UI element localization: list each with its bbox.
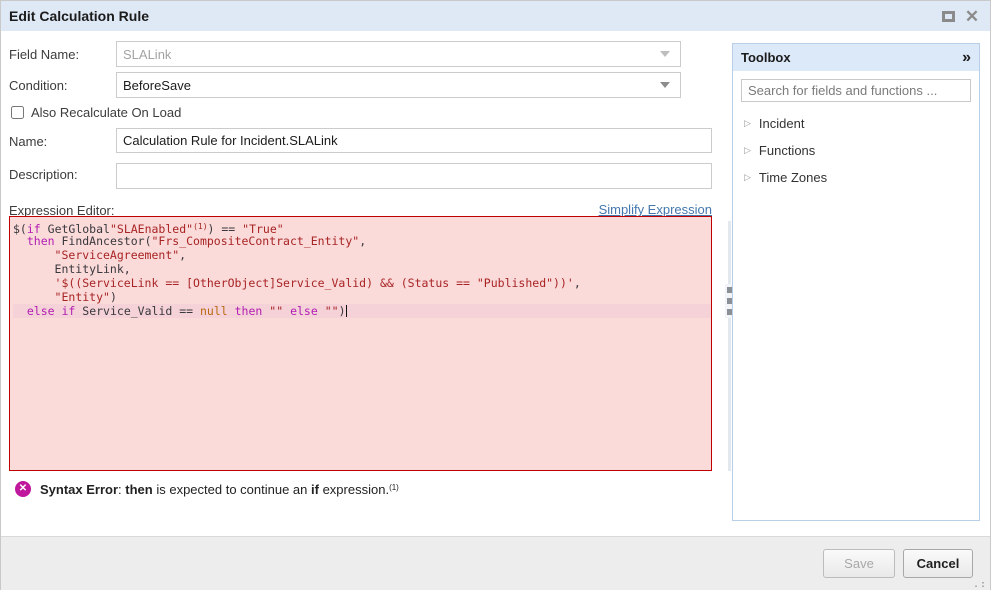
syntax-error-row: ✕ Syntax Error: then is expected to cont…	[15, 481, 399, 497]
toolbox-title: Toolbox	[741, 50, 962, 65]
expand-triangle-icon[interactable]: ▷	[744, 118, 751, 129]
syntax-error-message: Syntax Error: then is expected to contin…	[40, 482, 399, 497]
toolbox-header: Toolbox »	[733, 44, 979, 71]
code-line[interactable]: "Entity")	[13, 290, 711, 304]
close-button[interactable]: ✕	[962, 6, 982, 26]
chevron-down-icon	[660, 82, 670, 88]
expand-triangle-icon[interactable]: ▷	[744, 172, 751, 183]
name-label: Name:	[9, 134, 47, 149]
error-x-icon: ✕	[15, 481, 31, 497]
field-name-select[interactable]: SLALink	[116, 41, 681, 67]
code-line[interactable]: EntityLink,	[13, 262, 711, 276]
chevron-down-icon	[660, 51, 670, 57]
name-input[interactable]	[116, 128, 712, 153]
restore-icon	[942, 11, 955, 22]
recalculate-checkbox[interactable]	[11, 106, 24, 119]
tree-item-functions[interactable]: ▷ Functions	[733, 137, 979, 164]
tree-item-incident[interactable]: ▷ Incident	[733, 110, 979, 137]
code-line[interactable]: else if Service_Valid == null then "" el…	[13, 304, 711, 318]
expression-editor[interactable]: $(if GetGlobal"SLAEnabled"(1)) == "True"…	[9, 216, 712, 471]
toolbox-search-input[interactable]	[741, 79, 971, 102]
toolbox-panel: Toolbox » ▷ Incident ▷ Functions ▷ Time …	[732, 43, 980, 521]
text-caret	[346, 305, 347, 317]
recalculate-label[interactable]: Also Recalculate On Load	[31, 105, 181, 120]
simplify-expression-link[interactable]: Simplify Expression	[575, 202, 712, 217]
field-name-label: Field Name:	[9, 47, 79, 62]
dialog-title: Edit Calculation Rule	[9, 8, 934, 24]
cancel-button[interactable]: Cancel	[903, 549, 973, 578]
condition-label: Condition:	[9, 78, 68, 93]
code-line[interactable]: then FindAncestor("Frs_CompositeContract…	[13, 234, 711, 248]
save-button[interactable]: Save	[823, 549, 895, 578]
toolbox-tree: ▷ Incident ▷ Functions ▷ Time Zones	[733, 110, 979, 191]
panel-splitter	[728, 221, 731, 471]
expand-triangle-icon[interactable]: ▷	[744, 145, 751, 156]
description-label: Description:	[9, 167, 78, 182]
close-icon: ✕	[965, 8, 979, 25]
collapse-panel-icon[interactable]: »	[962, 49, 971, 67]
recalculate-row: Also Recalculate On Load	[11, 105, 181, 120]
code-line[interactable]: '$((ServiceLink == [OtherObject]Service_…	[13, 276, 711, 290]
restore-button[interactable]	[938, 6, 958, 26]
code-line[interactable]: "ServiceAgreement",	[13, 248, 711, 262]
resize-grip[interactable]: .:	[973, 579, 987, 590]
code-line[interactable]: $(if GetGlobal"SLAEnabled"(1)) == "True"	[13, 220, 711, 234]
tree-item-time-zones[interactable]: ▷ Time Zones	[733, 164, 979, 191]
dialog-titlebar: Edit Calculation Rule ✕	[1, 1, 990, 31]
edit-calculation-rule-dialog: Edit Calculation Rule ✕ Field Name: SLAL…	[0, 0, 991, 590]
field-name-value: SLALink	[123, 47, 660, 62]
condition-value: BeforeSave	[123, 78, 660, 93]
condition-select[interactable]: BeforeSave	[116, 72, 681, 98]
dialog-footer: Save Cancel .:	[1, 536, 990, 590]
description-input[interactable]	[116, 163, 712, 189]
